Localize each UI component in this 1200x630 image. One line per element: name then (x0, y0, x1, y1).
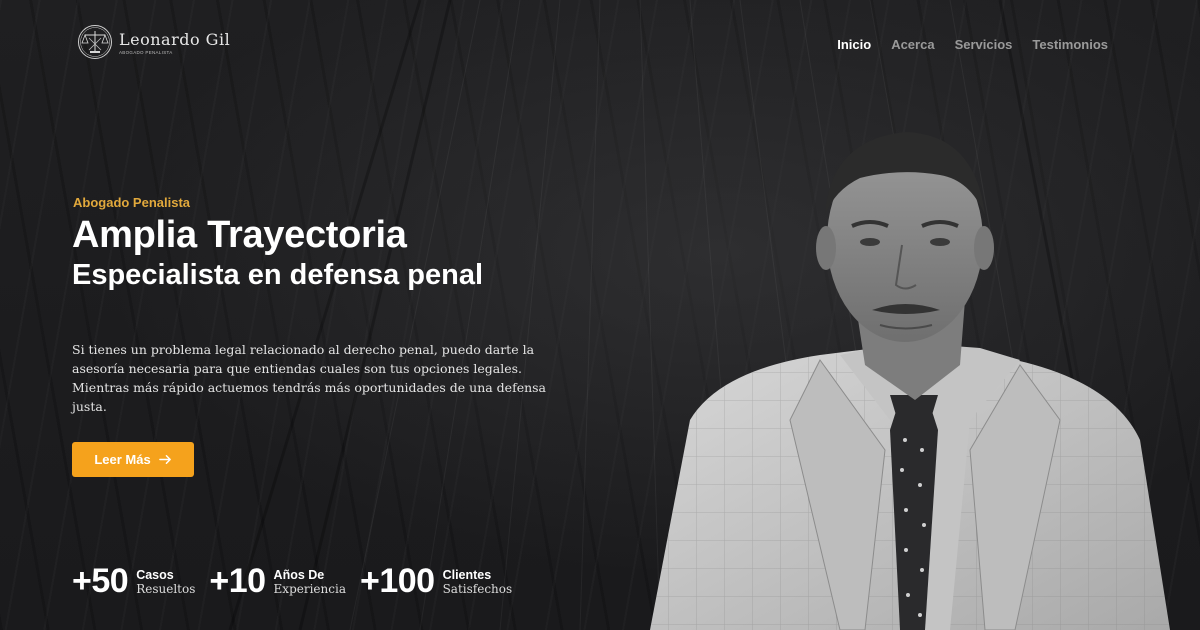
lawyer-portrait (650, 132, 1170, 630)
stat-cases: +50 Casos Resueltos (72, 562, 195, 601)
hero-description: Si tienes un problema legal relacionado … (72, 342, 547, 414)
stat-number: +10 (209, 562, 266, 600)
stat-label-secondary: Experiencia (273, 581, 346, 596)
stat-experience: +10 Años De Experiencia (209, 562, 346, 601)
stats-row: +50 Casos Resueltos +10 Años De Experien… (72, 562, 512, 601)
nav-link-servicios[interactable]: Servicios (955, 37, 1013, 52)
nav-link-inicio[interactable]: Inicio (837, 37, 871, 52)
stat-label-secondary: Satisfechos (442, 581, 513, 596)
logo-subtitle: ABOGADO PENALISTA (119, 49, 173, 55)
site-header: Leonardo Gil ABOGADO PENALISTA Inicio Ac… (0, 0, 1200, 90)
stat-number: +50 (72, 562, 129, 600)
main-nav: Inicio Acerca Servicios Testimonios (837, 37, 1108, 52)
stat-label-primary: Casos (136, 567, 174, 582)
logo[interactable]: Leonardo Gil ABOGADO PENALISTA (77, 24, 230, 60)
hero-eyebrow: Abogado Penalista (73, 195, 191, 210)
stat-label-primary: Años De (273, 567, 325, 582)
read-more-label: Leer Más (94, 452, 151, 467)
logo-name: Leonardo Gil (119, 29, 231, 49)
stat-label-secondary: Resueltos (136, 581, 196, 596)
scales-of-justice-logo-icon (78, 25, 112, 59)
arrow-right-icon (158, 455, 171, 464)
stat-number: +100 (359, 562, 435, 600)
hero-title: Amplia Trayectoria (72, 214, 407, 256)
hero-subtitle: Especialista en defensa penal (72, 259, 484, 291)
stat-label-primary: Clientes (442, 567, 492, 582)
stat-clients: +100 Clientes Satisfechos (360, 562, 512, 601)
read-more-button[interactable]: Leer Más (72, 442, 194, 477)
nav-link-acerca[interactable]: Acerca (891, 37, 934, 52)
nav-link-testimonios[interactable]: Testimonios (1032, 37, 1108, 52)
